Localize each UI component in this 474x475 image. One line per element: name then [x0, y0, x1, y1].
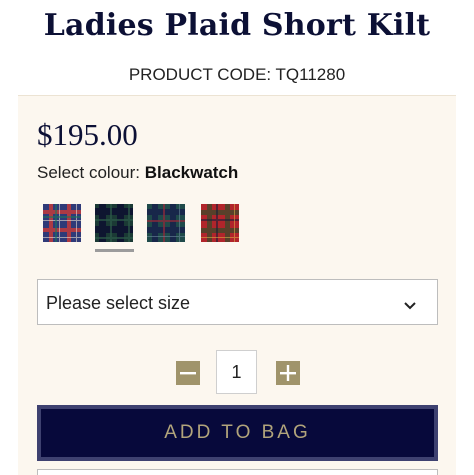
plus-icon — [276, 361, 300, 385]
swatch-royal-red-tartan[interactable] — [201, 204, 239, 242]
product-code: PRODUCT CODE: TQ11280 — [128, 65, 346, 84]
product-title: Ladies Plaid Short Kilt — [43, 8, 431, 43]
size-select-placeholder: Please select size — [46, 293, 191, 313]
colour-label: Select colour: — [37, 163, 140, 182]
selected-swatch-indicator — [95, 249, 134, 252]
chevron-down-icon — [403, 296, 417, 315]
selected-colour-name: Blackwatch — [144, 163, 239, 182]
swatch-green-navy-tartan[interactable] — [147, 204, 185, 242]
swatch-blackwatch[interactable] — [95, 204, 133, 242]
add-to-bag-label: ADD TO BAG — [164, 422, 311, 443]
size-select[interactable]: Please select size — [37, 279, 438, 325]
add-to-bag-button[interactable]: ADD TO BAG — [37, 405, 438, 461]
swatch-red-blue-tartan[interactable] — [43, 204, 81, 242]
quantity-increase-button[interactable] — [276, 361, 300, 385]
minus-icon — [176, 361, 200, 385]
quantity-input[interactable]: 1 — [216, 350, 257, 394]
quantity-decrease-button[interactable] — [176, 361, 200, 385]
secondary-action-box[interactable] — [37, 469, 438, 475]
colour-selection-text: Select colour: Blackwatch — [37, 162, 238, 184]
product-price: $195.00 — [37, 117, 138, 152]
product-page: Ladies Plaid Short Kilt PRODUCT CODE: TQ… — [0, 0, 474, 475]
